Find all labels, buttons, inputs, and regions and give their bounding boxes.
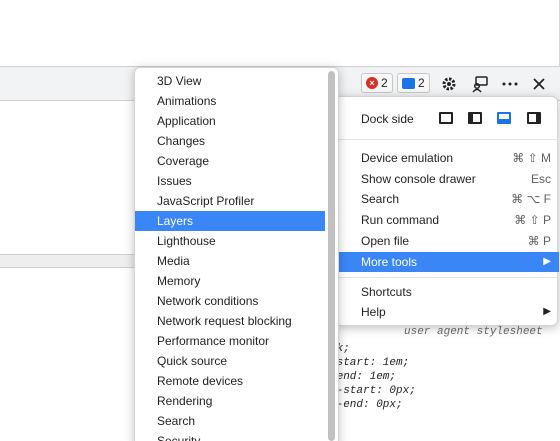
submenu-item-memory[interactable]: Memory <box>135 271 325 291</box>
menu-item-show-console-drawer[interactable]: Show console drawer Esc <box>335 169 559 189</box>
submenu-item-media[interactable]: Media <box>135 251 325 271</box>
menu-item-shortcut: ⌘ P <box>527 234 551 248</box>
submenu-item-layers[interactable]: Layers <box>135 211 325 231</box>
menu-item-label: Device emulation <box>361 151 454 165</box>
menu-item-label: More tools <box>361 255 418 269</box>
menu-item-run-command[interactable]: Run command ⌘ ⇧ P <box>335 210 559 230</box>
menu-item-open-file[interactable]: Open file ⌘ P <box>335 231 559 251</box>
message-icon <box>402 77 415 89</box>
menu-item-shortcut: Esc <box>530 172 551 186</box>
more-tools-submenu: 3D View Animations Application Changes C… <box>134 67 339 441</box>
submenu-item-rendering[interactable]: Rendering <box>135 391 325 411</box>
submenu-item-network-request-blocking[interactable]: Network request blocking <box>135 311 325 331</box>
menu-item-more-tools[interactable]: More tools ▶ <box>335 252 559 272</box>
submenu-scrollbar[interactable] <box>328 71 335 441</box>
submenu-item-3d-view[interactable]: 3D View <box>135 71 325 91</box>
style-line: e-end: 0px; <box>330 399 403 411</box>
menu-item-help[interactable]: Help ▶ <box>335 302 559 322</box>
menu-item-label: Search <box>361 192 400 206</box>
customize-devtools-menu: Dock side Device emulation ⌘ ⇧ M Show co… <box>334 96 559 326</box>
error-count-badge[interactable]: × 2 <box>361 73 393 93</box>
error-icon: × <box>366 77 378 89</box>
menu-item-shortcuts[interactable]: Shortcuts <box>335 282 559 302</box>
dock-side-label: Dock side <box>361 112 414 126</box>
dock-left-icon[interactable] <box>468 112 482 124</box>
menu-item-device-emulation[interactable]: Device emulation ⌘ ⇧ M <box>335 148 559 168</box>
submenu-item-changes[interactable]: Changes <box>135 131 325 151</box>
dock-right-icon[interactable] <box>527 112 541 124</box>
error-count: 2 <box>381 76 388 90</box>
submenu-item-performance-monitor[interactable]: Performance monitor <box>135 331 325 351</box>
menu-item-shortcut: ⌘ ⇧ P <box>514 213 551 227</box>
more-icon[interactable] <box>500 74 520 94</box>
menu-item-label: Help <box>361 305 386 319</box>
style-line: -end: 1em; <box>330 371 397 383</box>
message-count: 2 <box>418 76 425 90</box>
close-icon[interactable] <box>529 74 549 94</box>
submenu-item-lighthouse[interactable]: Lighthouse <box>135 231 325 251</box>
submenu-item-quick-source[interactable]: Quick source <box>135 351 325 371</box>
undock-icon[interactable] <box>439 112 453 124</box>
submenu-arrow-icon: ▶ <box>543 256 551 267</box>
submenu-arrow-icon: ▶ <box>543 306 551 317</box>
message-count-badge[interactable]: 2 <box>397 73 430 93</box>
style-line: -start: 1em; <box>330 357 410 369</box>
dock-bottom-icon[interactable] <box>497 112 511 124</box>
submenu-item-search[interactable]: Search <box>135 411 325 431</box>
submenu-item-coverage[interactable]: Coverage <box>135 151 325 171</box>
dock-side-row: Dock side <box>335 107 559 131</box>
menu-item-shortcut: ⌘ ⇧ M <box>512 151 551 165</box>
inspected-page <box>0 0 560 66</box>
submenu-item-network-conditions[interactable]: Network conditions <box>135 291 325 311</box>
style-line: e-start: 0px; <box>330 385 416 397</box>
menu-separator <box>335 277 559 278</box>
submenu-item-issues[interactable]: Issues <box>135 171 325 191</box>
submenu-item-remote-devices[interactable]: Remote devices <box>135 371 325 391</box>
pane-divider[interactable] <box>0 254 140 268</box>
gear-icon[interactable] <box>439 74 459 94</box>
submenu-item-javascript-profiler[interactable]: JavaScript Profiler <box>135 191 325 211</box>
user-agent-stylesheet-label: user agent stylesheet <box>404 326 543 338</box>
menu-item-label: Run command <box>361 213 440 227</box>
feedback-icon[interactable] <box>470 74 490 94</box>
menu-item-search[interactable]: Search ⌘ ⌥ F <box>335 189 559 209</box>
menu-item-shortcut: ⌘ ⌥ F <box>511 192 551 206</box>
menu-item-label: Open file <box>361 234 410 248</box>
menu-item-label: Show console drawer <box>361 172 476 186</box>
submenu-item-application[interactable]: Application <box>135 111 325 131</box>
submenu-item-animations[interactable]: Animations <box>135 91 325 111</box>
submenu-item-security[interactable]: Security <box>135 431 325 441</box>
menu-item-label: Shortcuts <box>361 285 412 299</box>
menu-separator <box>335 139 559 140</box>
